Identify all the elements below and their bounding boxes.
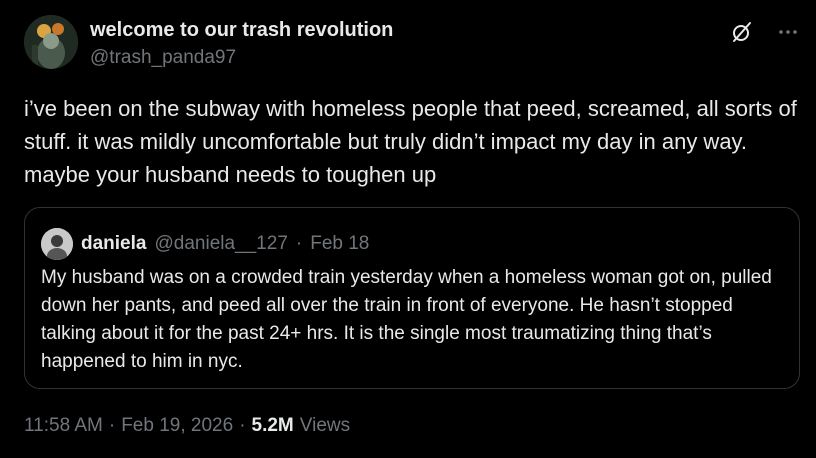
quoted-tweet[interactable]: daniela @daniela__127 · Feb 18 My husban… (24, 207, 800, 389)
quoted-profile-photo-icon (41, 228, 73, 260)
quoted-author-handle[interactable]: @daniela__127 (154, 233, 287, 255)
author-info: welcome to our trash revolution @trash_p… (90, 18, 393, 70)
views-label: Views (299, 415, 351, 436)
tweet-top-actions (728, 18, 802, 46)
quoted-tweet-text: My husband was on a crowded train yester… (41, 267, 772, 372)
author-handle[interactable]: @trash_panda97 (90, 46, 393, 70)
tweet-time[interactable]: 11:58 AM (24, 415, 103, 437)
footer-separator: · (108, 415, 116, 436)
tweet-footer: 11:58 AM · Feb 19, 2026 · 5.2M Views (24, 415, 350, 437)
tweet-detail: welcome to our trash revolution @trash_p… (0, 0, 816, 458)
views-count: 5.2M (251, 415, 294, 436)
ellipsis-icon[interactable] (774, 18, 802, 46)
tweet-date[interactable]: Feb 19, 2026 (121, 415, 233, 437)
profile-photo-icon (24, 15, 78, 69)
quoted-author-avatar[interactable] (41, 228, 73, 260)
quoted-tweet-header: daniela @daniela__127 · Feb 18 (41, 228, 369, 260)
grok-slash-icon[interactable] (728, 18, 756, 46)
author-avatar[interactable] (24, 15, 78, 69)
quoted-separator: · (295, 233, 303, 254)
quoted-date[interactable]: Feb 18 (310, 233, 369, 255)
tweet-text: i’ve been on the subway with homeless pe… (24, 96, 797, 187)
author-display-name[interactable]: welcome to our trash revolution (90, 18, 393, 42)
footer-separator-2: · (239, 415, 246, 436)
quoted-author-name[interactable]: daniela (81, 233, 146, 255)
